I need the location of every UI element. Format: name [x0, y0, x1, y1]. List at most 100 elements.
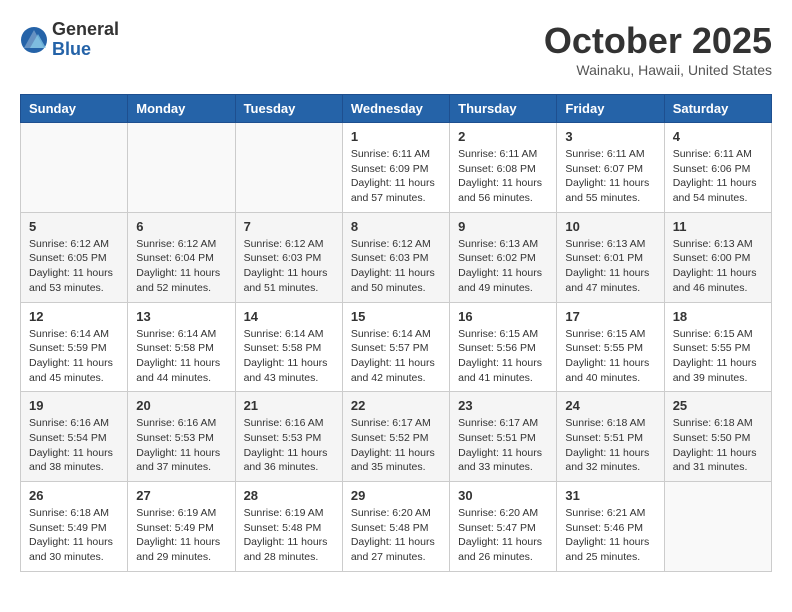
day-info: Sunrise: 6:14 AM Sunset: 5:59 PM Dayligh…	[29, 327, 119, 386]
calendar-day-cell: 28 Sunrise: 6:19 AM Sunset: 5:48 PM Dayli…	[235, 482, 342, 572]
calendar-day-cell: 15 Sunrise: 6:14 AM Sunset: 5:57 PM Dayli…	[342, 302, 449, 392]
calendar-day-cell: 21 Sunrise: 6:16 AM Sunset: 5:53 PM Dayli…	[235, 392, 342, 482]
day-info: Sunrise: 6:17 AM Sunset: 5:51 PM Dayligh…	[458, 416, 548, 475]
day-number: 12	[29, 309, 119, 324]
day-number: 10	[565, 219, 655, 234]
calendar-week-row: 19Sunrise: 6:16 AM Sunset: 5:54 PM Dayli…	[21, 392, 772, 482]
calendar-week-row: 12 Sunrise: 6:14 AM Sunset: 5:59 PM Dayli…	[21, 302, 772, 392]
day-number: 15	[351, 309, 441, 324]
calendar-week-row: 5 Sunrise: 6:12 AM Sunset: 6:05 PM Daylig…	[21, 212, 772, 302]
day-info: Sunrise: 6:11 AM Sunset: 6:06 PM Dayligh…	[673, 147, 763, 206]
calendar-day-cell: 5 Sunrise: 6:12 AM Sunset: 6:05 PM Daylig…	[21, 212, 128, 302]
day-info: Sunrise: 6:16 AM Sunset: 5:53 PM Dayligh…	[244, 416, 334, 475]
day-number: 1	[351, 129, 441, 144]
day-info: Sunrise: 6:18 AM Sunset: 5:49 PM Dayligh…	[29, 506, 119, 565]
calendar-day-cell: 17Sunrise: 6:15 AM Sunset: 5:55 PM Dayli…	[557, 302, 664, 392]
day-header-monday: Monday	[128, 95, 235, 123]
day-number: 28	[244, 488, 334, 503]
day-header-saturday: Saturday	[664, 95, 771, 123]
day-number: 9	[458, 219, 548, 234]
day-number: 22	[351, 398, 441, 413]
calendar-day-cell: 18 Sunrise: 6:15 AM Sunset: 5:55 PM Dayli…	[664, 302, 771, 392]
title-area: October 2025 Wainaku, Hawaii, United Sta…	[544, 20, 772, 78]
calendar-week-row: 1Sunrise: 6:11 AM Sunset: 6:09 PM Daylig…	[21, 123, 772, 213]
day-info: Sunrise: 6:13 AM Sunset: 6:00 PM Dayligh…	[673, 237, 763, 296]
day-header-tuesday: Tuesday	[235, 95, 342, 123]
day-number: 14	[244, 309, 334, 324]
day-number: 5	[29, 219, 119, 234]
month-title: October 2025	[544, 20, 772, 62]
day-info: Sunrise: 6:19 AM Sunset: 5:48 PM Dayligh…	[244, 506, 334, 565]
calendar-week-row: 26 Sunrise: 6:18 AM Sunset: 5:49 PM Dayli…	[21, 482, 772, 572]
day-info: Sunrise: 6:18 AM Sunset: 5:51 PM Dayligh…	[565, 416, 655, 475]
day-info: Sunrise: 6:18 AM Sunset: 5:50 PM Dayligh…	[673, 416, 763, 475]
logo: General Blue	[20, 20, 119, 60]
day-number: 26	[29, 488, 119, 503]
day-info: Sunrise: 6:13 AM Sunset: 6:02 PM Dayligh…	[458, 237, 548, 296]
calendar-day-cell	[21, 123, 128, 213]
day-info: Sunrise: 6:17 AM Sunset: 5:52 PM Dayligh…	[351, 416, 441, 475]
logo-blue-text: Blue	[52, 40, 119, 60]
day-info: Sunrise: 6:12 AM Sunset: 6:05 PM Dayligh…	[29, 237, 119, 296]
logo-general-text: General	[52, 20, 119, 40]
day-number: 8	[351, 219, 441, 234]
calendar-day-cell: 23 Sunrise: 6:17 AM Sunset: 5:51 PM Dayli…	[450, 392, 557, 482]
day-info: Sunrise: 6:14 AM Sunset: 5:58 PM Dayligh…	[136, 327, 226, 386]
day-info: Sunrise: 6:15 AM Sunset: 5:55 PM Dayligh…	[565, 327, 655, 386]
day-header-wednesday: Wednesday	[342, 95, 449, 123]
calendar-day-cell: 10Sunrise: 6:13 AM Sunset: 6:01 PM Dayli…	[557, 212, 664, 302]
day-info: Sunrise: 6:21 AM Sunset: 5:46 PM Dayligh…	[565, 506, 655, 565]
day-number: 6	[136, 219, 226, 234]
calendar-day-cell	[235, 123, 342, 213]
calendar-day-cell: 11Sunrise: 6:13 AM Sunset: 6:00 PM Dayli…	[664, 212, 771, 302]
calendar-day-cell: 4 Sunrise: 6:11 AM Sunset: 6:06 PM Daylig…	[664, 123, 771, 213]
day-number: 13	[136, 309, 226, 324]
logo-text: General Blue	[52, 20, 119, 60]
calendar-day-cell: 7 Sunrise: 6:12 AM Sunset: 6:03 PM Daylig…	[235, 212, 342, 302]
day-info: Sunrise: 6:20 AM Sunset: 5:48 PM Dayligh…	[351, 506, 441, 565]
day-header-thursday: Thursday	[450, 95, 557, 123]
day-number: 4	[673, 129, 763, 144]
calendar-day-cell: 19Sunrise: 6:16 AM Sunset: 5:54 PM Dayli…	[21, 392, 128, 482]
calendar-day-cell: 3Sunrise: 6:11 AM Sunset: 6:07 PM Daylig…	[557, 123, 664, 213]
calendar-day-cell	[664, 482, 771, 572]
calendar-day-cell: 29 Sunrise: 6:20 AM Sunset: 5:48 PM Dayli…	[342, 482, 449, 572]
calendar-day-cell: 24 Sunrise: 6:18 AM Sunset: 5:51 PM Dayli…	[557, 392, 664, 482]
day-number: 18	[673, 309, 763, 324]
calendar-day-cell: 12 Sunrise: 6:14 AM Sunset: 5:59 PM Dayli…	[21, 302, 128, 392]
calendar-day-cell: 30 Sunrise: 6:20 AM Sunset: 5:47 PM Dayli…	[450, 482, 557, 572]
calendar-day-cell: 27Sunrise: 6:19 AM Sunset: 5:49 PM Dayli…	[128, 482, 235, 572]
day-info: Sunrise: 6:16 AM Sunset: 5:53 PM Dayligh…	[136, 416, 226, 475]
day-info: Sunrise: 6:12 AM Sunset: 6:04 PM Dayligh…	[136, 237, 226, 296]
day-number: 7	[244, 219, 334, 234]
calendar-table: SundayMondayTuesdayWednesdayThursdayFrid…	[20, 94, 772, 572]
day-number: 24	[565, 398, 655, 413]
calendar-header-row: SundayMondayTuesdayWednesdayThursdayFrid…	[21, 95, 772, 123]
day-number: 2	[458, 129, 548, 144]
day-number: 29	[351, 488, 441, 503]
calendar-day-cell: 2Sunrise: 6:11 AM Sunset: 6:08 PM Daylig…	[450, 123, 557, 213]
calendar-day-cell: 22 Sunrise: 6:17 AM Sunset: 5:52 PM Dayli…	[342, 392, 449, 482]
calendar-day-cell: 8 Sunrise: 6:12 AM Sunset: 6:03 PM Daylig…	[342, 212, 449, 302]
day-number: 30	[458, 488, 548, 503]
calendar-day-cell: 6 Sunrise: 6:12 AM Sunset: 6:04 PM Daylig…	[128, 212, 235, 302]
calendar-day-cell: 9 Sunrise: 6:13 AM Sunset: 6:02 PM Daylig…	[450, 212, 557, 302]
day-number: 20	[136, 398, 226, 413]
day-info: Sunrise: 6:15 AM Sunset: 5:55 PM Dayligh…	[673, 327, 763, 386]
calendar-day-cell: 26 Sunrise: 6:18 AM Sunset: 5:49 PM Dayli…	[21, 482, 128, 572]
day-number: 31	[565, 488, 655, 503]
day-number: 25	[673, 398, 763, 413]
day-number: 21	[244, 398, 334, 413]
day-header-sunday: Sunday	[21, 95, 128, 123]
day-number: 23	[458, 398, 548, 413]
day-info: Sunrise: 6:11 AM Sunset: 6:07 PM Dayligh…	[565, 147, 655, 206]
page-header: General Blue October 2025 Wainaku, Hawai…	[20, 20, 772, 78]
calendar-day-cell: 13 Sunrise: 6:14 AM Sunset: 5:58 PM Dayli…	[128, 302, 235, 392]
day-info: Sunrise: 6:14 AM Sunset: 5:57 PM Dayligh…	[351, 327, 441, 386]
day-info: Sunrise: 6:20 AM Sunset: 5:47 PM Dayligh…	[458, 506, 548, 565]
day-info: Sunrise: 6:12 AM Sunset: 6:03 PM Dayligh…	[351, 237, 441, 296]
calendar-day-cell: 14 Sunrise: 6:14 AM Sunset: 5:58 PM Dayli…	[235, 302, 342, 392]
day-info: Sunrise: 6:14 AM Sunset: 5:58 PM Dayligh…	[244, 327, 334, 386]
calendar-day-cell: 20 Sunrise: 6:16 AM Sunset: 5:53 PM Dayli…	[128, 392, 235, 482]
day-info: Sunrise: 6:12 AM Sunset: 6:03 PM Dayligh…	[244, 237, 334, 296]
